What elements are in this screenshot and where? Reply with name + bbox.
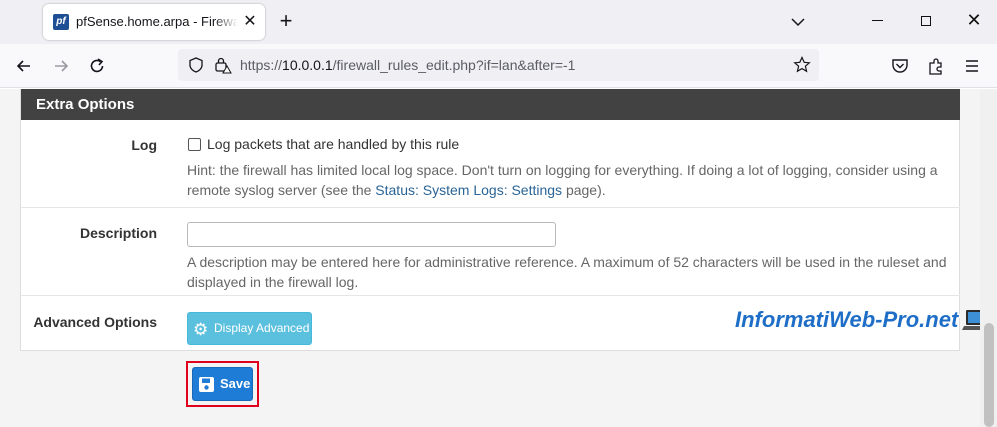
log-hint: Hint: the firewall has limited local log… <box>187 160 957 200</box>
system-logs-settings-link[interactable]: Status: System Logs: Settings <box>375 182 562 198</box>
navigation-bar: https://10.0.0.1/firewall_rules_edit.php… <box>0 44 997 88</box>
tab-close-icon[interactable]: ✕ <box>242 14 258 30</box>
vertical-scrollbar[interactable] <box>980 89 997 427</box>
description-input[interactable] <box>187 222 556 247</box>
window-minimize-icon[interactable] <box>872 20 883 21</box>
description-row: Description A description may be entered… <box>21 208 960 296</box>
menu-hamburger-icon[interactable] <box>962 56 982 76</box>
log-checkbox[interactable] <box>188 138 201 151</box>
extensions-icon[interactable] <box>926 56 946 76</box>
log-label: Log <box>131 137 157 153</box>
description-hint: A description may be entered here for ad… <box>187 254 947 290</box>
scrollbar-thumb[interactable] <box>984 323 994 427</box>
bookmark-star-icon[interactable] <box>793 56 811 79</box>
display-advanced-label: Display Advanced <box>214 321 310 335</box>
forward-arrow-icon[interactable] <box>51 56 71 76</box>
pocket-icon[interactable] <box>890 56 910 76</box>
page-content: Extra Options Log Log packets that are h… <box>0 89 980 427</box>
save-label: Save <box>220 376 251 391</box>
panel-header: Extra Options <box>21 89 960 120</box>
url-scheme: https:// <box>240 57 283 73</box>
tab-title: pfSense.home.arpa - Firewall: Rules: Edi… <box>76 14 238 29</box>
log-checkbox-label[interactable]: Log packets that are handled by this rul… <box>207 136 459 152</box>
display-advanced-button[interactable]: ⚙ Display Advanced <box>187 312 312 345</box>
browser-tab[interactable]: pf pfSense.home.arpa - Firewall: Rules: … <box>43 4 265 40</box>
log-hint-text-end: page). <box>562 182 606 198</box>
description-label: Description <box>79 225 157 241</box>
reload-icon[interactable] <box>87 56 107 76</box>
advanced-options-label: Advanced Options <box>33 314 157 330</box>
back-arrow-icon[interactable] <box>14 56 34 76</box>
list-tabs-chevron-down-icon[interactable] <box>788 12 808 32</box>
watermark-text: InformatiWeb-Pro.net <box>735 307 959 332</box>
floppy-disk-icon <box>199 377 214 392</box>
watermark-computer-icon <box>962 308 980 332</box>
shield-icon[interactable] <box>188 57 204 78</box>
lock-warning-icon[interactable] <box>214 56 232 79</box>
log-row: Log Log packets that are handled by this… <box>21 120 960 208</box>
url-path: /firewall_rules_edit.php?if=lan&after=-1 <box>332 57 576 73</box>
pfsense-favicon-icon: pf <box>53 14 69 30</box>
window-maximize-icon[interactable] <box>921 16 931 26</box>
url-host: 10.0.0.1 <box>282 57 333 73</box>
address-bar[interactable]: https://10.0.0.1/firewall_rules_edit.php… <box>178 49 819 81</box>
new-tab-icon[interactable]: + <box>276 10 296 34</box>
window-close-icon[interactable]: ✕ <box>964 10 984 30</box>
gear-icon: ⚙ <box>193 320 209 339</box>
tab-strip: pf pfSense.home.arpa - Firewall: Rules: … <box>0 0 997 44</box>
url-text: https://10.0.0.1/firewall_rules_edit.php… <box>240 57 575 73</box>
save-button[interactable]: Save <box>192 367 253 401</box>
save-highlight-frame: Save <box>186 361 259 407</box>
